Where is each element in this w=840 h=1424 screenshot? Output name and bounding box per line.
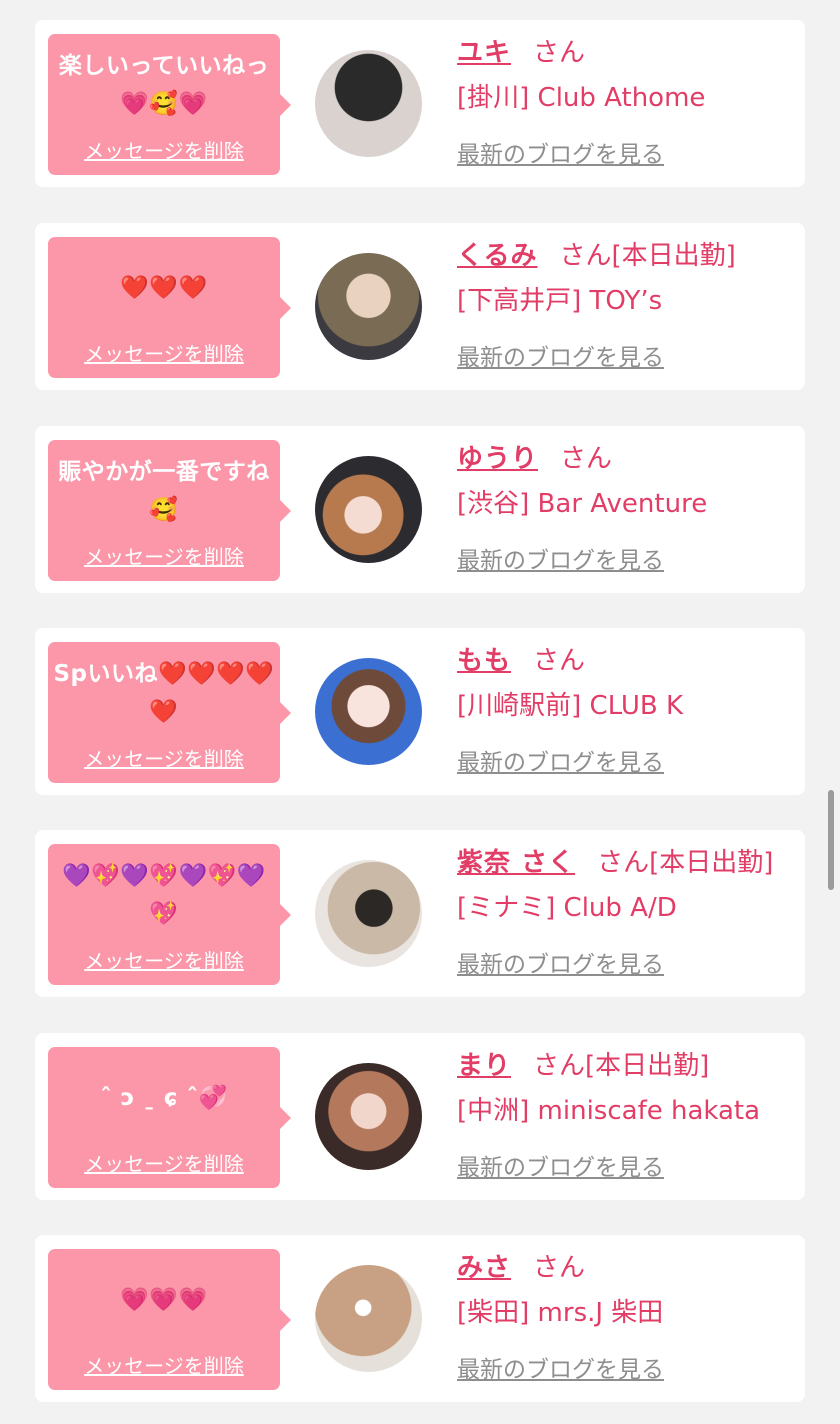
name-line: まり さん[本日出勤] <box>457 1047 795 1085</box>
message-bubble: 💜💖💜💖💜💖💜💖 メッセージを削除 <box>48 844 291 985</box>
shop-name: [ミナミ] Club A/D <box>457 893 677 923</box>
profile-info: もも さん [川崎駅前] CLUB K 最新のブログを見る <box>457 642 795 776</box>
honorific-text: さん <box>533 646 586 676</box>
latest-blog-link[interactable]: 最新のブログを見る <box>457 1355 664 1385</box>
shop-name: [下高井戸] TOY’s <box>457 286 663 316</box>
profile-info: ユキ さん [掛川] Club Athome 最新のブログを見る <box>457 34 795 168</box>
latest-blog-link[interactable]: 最新のブログを見る <box>457 140 664 170</box>
honorific-text: さん[本日出勤] <box>559 241 736 271</box>
avatar[interactable] <box>315 456 422 563</box>
profile-info: まり さん[本日出勤] [中洲] miniscafe hakata 最新のブログを… <box>457 1047 795 1181</box>
name-line: ユキ さん <box>457 34 795 72</box>
profile-info: ゆうり さん [渋谷] Bar Aventure 最新のブログを見る <box>457 440 795 574</box>
latest-blog-link[interactable]: 最新のブログを見る <box>457 950 664 980</box>
shop-name: [渋谷] Bar Aventure <box>457 489 708 519</box>
avatar[interactable] <box>315 1063 422 1170</box>
honorific-text: さん <box>533 38 586 68</box>
message-text: ❤️❤️❤️ <box>120 275 208 301</box>
message-text: 賑やかが一番ですね🥰 <box>58 459 270 523</box>
profile-name-link[interactable]: まり <box>457 1051 511 1081</box>
profile-name-link[interactable]: 紫奈 さく <box>457 848 575 878</box>
profile-name-link[interactable]: もも <box>457 646 511 676</box>
name-line: みさ さん <box>457 1249 795 1287</box>
honorific-text: さん[本日出勤] <box>597 848 774 878</box>
message-text: 💗💗💗 <box>120 1287 208 1313</box>
message-text: ˆ ɔ ˍ ɕ ˆ💞 <box>100 1085 228 1111</box>
profile-name-link[interactable]: くるみ <box>457 241 537 271</box>
avatar[interactable] <box>315 1265 422 1372</box>
profile-name-link[interactable]: ユキ <box>457 38 511 68</box>
message-text: Spいいね❤️❤️❤️❤️❤️ <box>53 661 275 725</box>
name-line: くるみ さん[本日出勤] <box>457 237 795 275</box>
message-card: ˆ ɔ ˍ ɕ ˆ💞 メッセージを削除 まり さん[本日出勤] [中洲] mini… <box>35 1033 805 1200</box>
delete-message-link[interactable]: メッセージを削除 <box>48 948 280 974</box>
profile-info: 紫奈 さく さん[本日出勤] [ミナミ] Club A/D 最新のブログを見る <box>457 844 795 978</box>
message-card: 賑やかが一番ですね🥰 メッセージを削除 ゆうり さん [渋谷] Bar Avent… <box>35 426 805 593</box>
honorific-text: さん[本日出勤] <box>533 1051 710 1081</box>
message-card: 💜💖💜💖💜💖💜💖 メッセージを削除 紫奈 さく さん[本日出勤] [ミナミ] Cl… <box>35 830 805 997</box>
message-bubble: ˆ ɔ ˍ ɕ ˆ💞 メッセージを削除 <box>48 1047 291 1188</box>
honorific-text: さん <box>560 444 613 474</box>
delete-message-link[interactable]: メッセージを削除 <box>48 746 280 772</box>
name-line: もも さん <box>457 642 795 680</box>
shop-name: [柴田] mrs.J 柴田 <box>457 1298 664 1328</box>
profile-name-link[interactable]: ゆうり <box>457 444 538 474</box>
latest-blog-link[interactable]: 最新のブログを見る <box>457 546 664 576</box>
message-bubble: 💗💗💗 メッセージを削除 <box>48 1249 291 1390</box>
message-bubble: 賑やかが一番ですね🥰 メッセージを削除 <box>48 440 291 581</box>
scrollbar[interactable] <box>828 790 834 890</box>
message-card: Spいいね❤️❤️❤️❤️❤️ メッセージを削除 もも さん [川崎駅前] CLU… <box>35 628 805 795</box>
shop-name: [川崎駅前] CLUB K <box>457 691 684 721</box>
message-bubble: ❤️❤️❤️ メッセージを削除 <box>48 237 291 378</box>
delete-message-link[interactable]: メッセージを削除 <box>48 544 280 570</box>
shop-name: [掛川] Club Athome <box>457 83 706 113</box>
avatar[interactable] <box>315 50 422 157</box>
message-text: 💜💖💜💖💜💖💜💖 <box>62 863 266 927</box>
name-line: 紫奈 さく さん[本日出勤] <box>457 844 795 882</box>
name-line: ゆうり さん <box>457 440 795 478</box>
message-text: 楽しいっていいねっ💗🥰💗 <box>58 53 270 117</box>
message-card: ❤️❤️❤️ メッセージを削除 くるみ さん[本日出勤] [下高井戸] TOY’s… <box>35 223 805 390</box>
shop-name: [中洲] miniscafe hakata <box>457 1096 761 1126</box>
message-card: 💗💗💗 メッセージを削除 みさ さん [柴田] mrs.J 柴田 最新のブログを見… <box>35 1235 805 1402</box>
latest-blog-link[interactable]: 最新のブログを見る <box>457 1153 664 1183</box>
latest-blog-link[interactable]: 最新のブログを見る <box>457 343 664 373</box>
latest-blog-link[interactable]: 最新のブログを見る <box>457 748 664 778</box>
profile-info: みさ さん [柴田] mrs.J 柴田 最新のブログを見る <box>457 1249 795 1383</box>
message-card: 楽しいっていいねっ💗🥰💗 メッセージを削除 ユキ さん [掛川] Club Ath… <box>35 20 805 187</box>
profile-info: くるみ さん[本日出勤] [下高井戸] TOY’s 最新のブログを見る <box>457 237 795 371</box>
avatar[interactable] <box>315 253 422 360</box>
message-bubble: Spいいね❤️❤️❤️❤️❤️ メッセージを削除 <box>48 642 291 783</box>
profile-name-link[interactable]: みさ <box>457 1253 511 1283</box>
message-bubble: 楽しいっていいねっ💗🥰💗 メッセージを削除 <box>48 34 291 175</box>
delete-message-link[interactable]: メッセージを削除 <box>48 138 280 164</box>
delete-message-link[interactable]: メッセージを削除 <box>48 1151 280 1177</box>
avatar[interactable] <box>315 658 422 765</box>
avatar[interactable] <box>315 860 422 967</box>
delete-message-link[interactable]: メッセージを削除 <box>48 1353 280 1379</box>
delete-message-link[interactable]: メッセージを削除 <box>48 341 280 367</box>
honorific-text: さん <box>533 1253 586 1283</box>
